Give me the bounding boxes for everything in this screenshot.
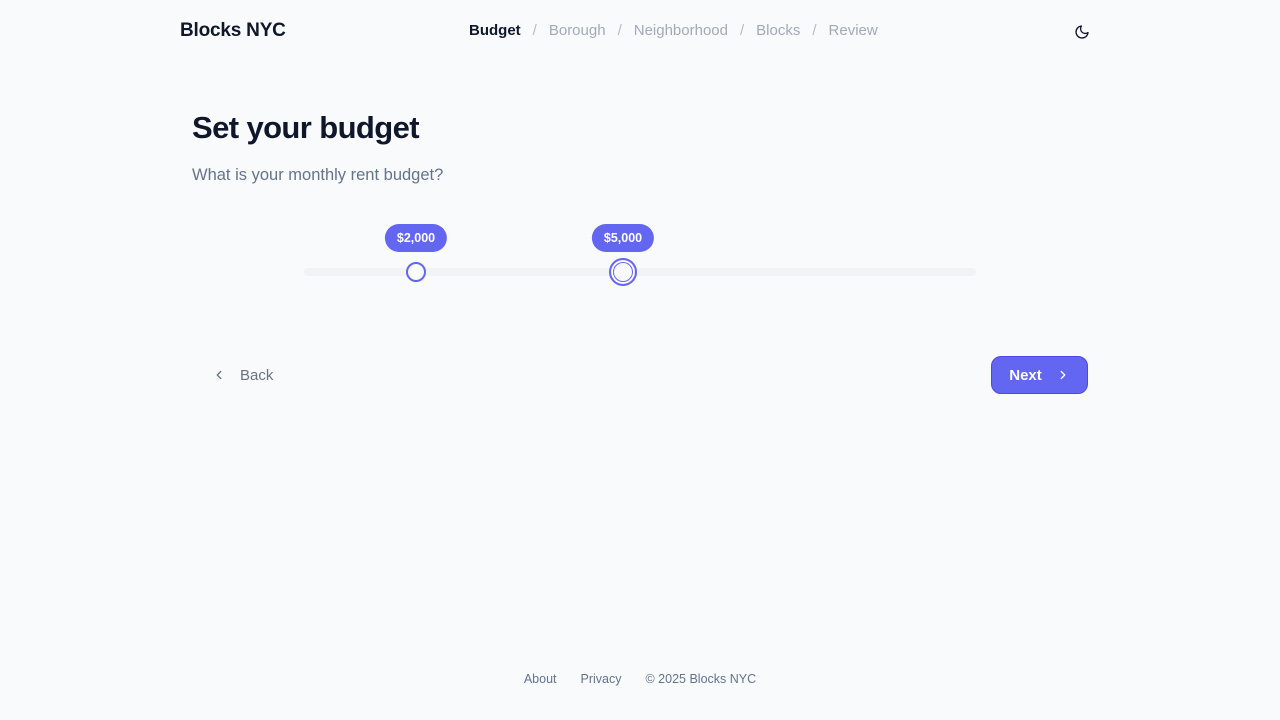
max-budget-handle[interactable] <box>609 258 637 286</box>
brand-logo[interactable]: Blocks NYC <box>180 20 286 42</box>
max-value-tooltip: $5,000 <box>591 224 655 252</box>
step-borough[interactable]: Borough <box>549 22 606 39</box>
footer: About Privacy © 2025 Blocks NYC <box>0 672 1280 686</box>
back-button[interactable]: Back <box>200 356 285 394</box>
next-label: Next <box>1009 366 1042 384</box>
budget-range-slider[interactable]: $2,000 $5,000 <box>304 220 976 290</box>
footer-link-privacy[interactable]: Privacy <box>581 672 622 686</box>
step-neighborhood[interactable]: Neighborhood <box>634 22 728 39</box>
footer-link-about[interactable]: About <box>524 672 557 686</box>
next-button[interactable]: Next <box>991 356 1088 394</box>
step-separator: / <box>812 22 817 39</box>
back-label: Back <box>240 366 274 384</box>
step-review[interactable]: Review <box>829 22 878 39</box>
chevron-right-icon <box>1060 370 1066 380</box>
moon-icon <box>1075 25 1089 39</box>
theme-toggle-button[interactable] <box>1072 22 1092 42</box>
page-subtitle: What is your monthly rent budget? <box>192 166 444 184</box>
step-breadcrumb: Budget / Borough / Neighborhood / Blocks… <box>469 22 878 39</box>
top-bar: Blocks NYC Budget / Borough / Neighborho… <box>180 0 1090 64</box>
chevron-left-icon <box>216 370 222 380</box>
step-separator: / <box>739 22 745 39</box>
step-blocks[interactable]: Blocks <box>756 22 800 39</box>
copyright-text: © 2025 Blocks NYC <box>645 672 757 686</box>
min-value-tooltip: $2,000 <box>384 224 448 252</box>
step-budget[interactable]: Budget <box>469 22 521 39</box>
page-title: Set your budget <box>192 110 420 145</box>
step-separator: / <box>532 22 537 39</box>
slider-track[interactable] <box>304 268 976 276</box>
step-separator: / <box>617 22 622 39</box>
min-budget-handle[interactable] <box>406 262 426 282</box>
